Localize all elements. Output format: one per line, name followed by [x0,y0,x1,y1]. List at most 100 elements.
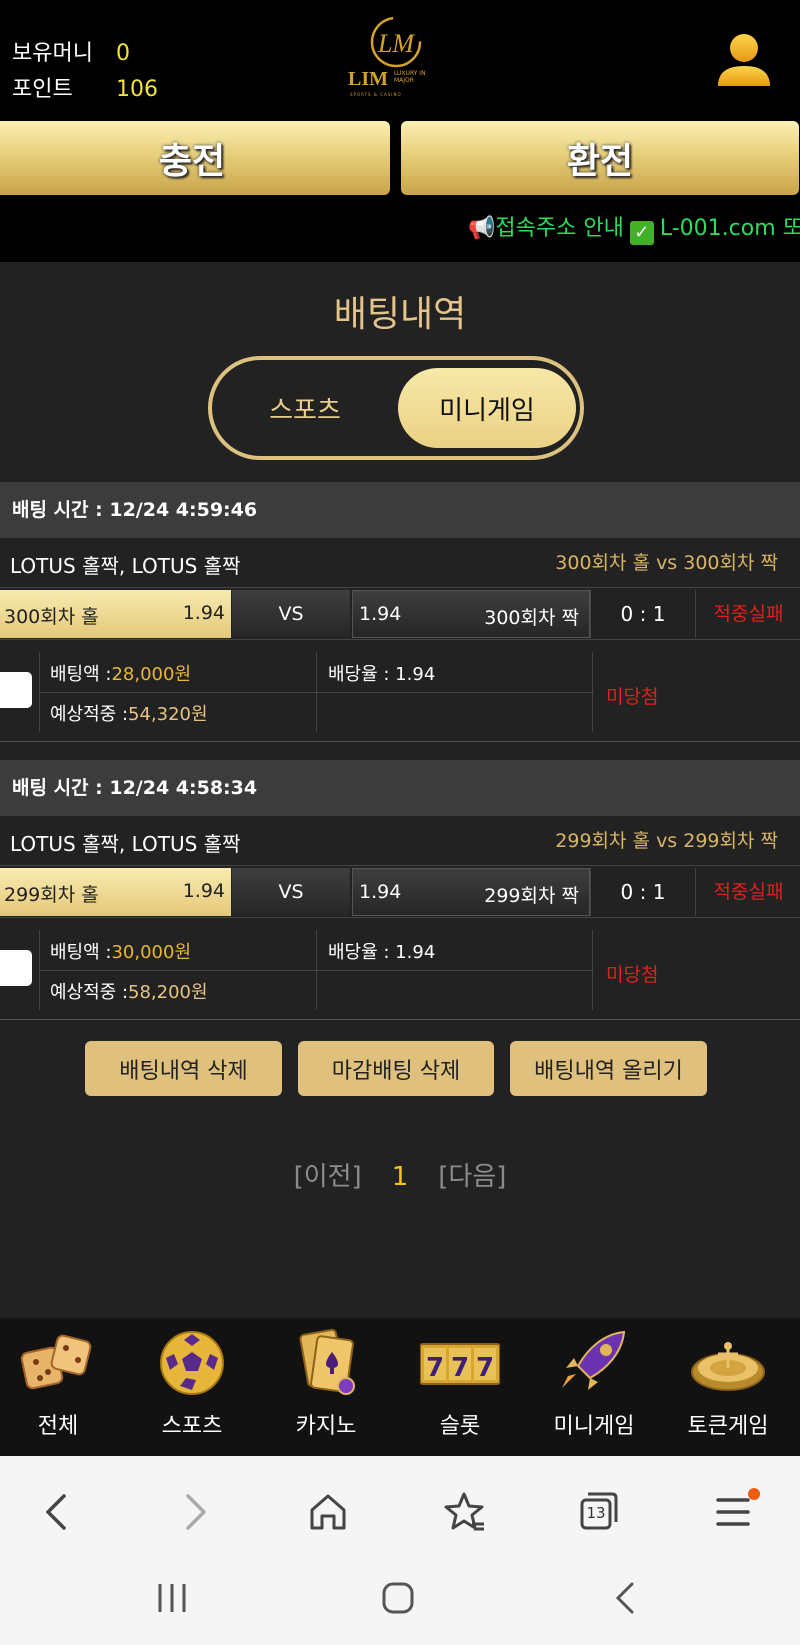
category-toggle: 스포츠 미니게임 [208,356,584,460]
away-name: 299회차 짝 [484,885,579,907]
bet-detail: 배팅액 :30,000원 배당율 : 1.94 예상적중 :58,200원 미당… [0,918,800,1020]
prev-page-link[interactable]: [이전] [294,1162,362,1192]
odds-rate: 배당율 : 1.94 [328,942,436,963]
user-avatar-icon[interactable] [716,32,772,90]
delete-closed-bets-button[interactable]: 마감배팅 삭제 [298,1041,494,1096]
nav-slot-label: 슬롯 [439,1414,481,1439]
balance-panel: 보유머니 0 포인트 106 [12,36,158,108]
bookmark-star-icon[interactable] [436,1484,492,1540]
logo-subtext: LUXURY IN MAJOR [394,70,426,84]
expected-value: 58,200원 [128,982,208,1003]
forward-arrow-icon[interactable] [166,1484,222,1540]
money-value: 0 [116,41,130,66]
stake: 배팅액 :28,000원 [50,664,192,685]
nav-casino-label: 카지노 [295,1414,357,1439]
away-odds: 1.94 [359,881,402,903]
bet-score: 0 : 1 [590,868,696,916]
expected-win: 예상적중 :58,200원 [50,982,208,1003]
logo-tagline: SPORTS & CASINO [350,92,402,97]
delete-bet-history-button[interactable]: 배팅내역 삭제 [85,1041,282,1096]
away-name: 300회차 짝 [484,607,579,629]
vs-label: VS [232,590,350,638]
marquee-url: L-001.com 또 [659,216,800,241]
bet-detail-grid: 배팅액 :28,000원 배당율 : 1.94 예상적중 :54,320원 [39,652,594,732]
tab-count: 13 [586,1504,606,1522]
soccer-ball-icon [160,1331,224,1395]
bet-card: 배팅 시간 : 12/24 4:58:34 LOTUS 홀짝, LOTUS 홀짝… [0,760,800,1020]
home-odds: 1.94 [182,602,225,624]
next-page-link[interactable]: [다음] [438,1162,506,1192]
nav-minigame[interactable]: 미니게임 [530,1328,658,1448]
svg-text:7: 7 [476,1353,494,1383]
home-odds: 1.94 [182,880,225,902]
nav-minigame-label: 미니게임 [553,1414,635,1439]
bet-time: 배팅 시간 : 12/24 4:59:46 [0,482,800,538]
stake: 배팅액 :30,000원 [50,942,192,963]
system-home-icon[interactable] [376,1576,420,1620]
current-page[interactable]: 1 [392,1162,409,1192]
bet-select-checkbox[interactable] [0,672,32,708]
stake-value: 28,000원 [111,664,192,685]
away-pick: 1.94 299회차 짝 [352,868,590,916]
recent-apps-icon[interactable] [150,1576,194,1620]
odds-rate: 배당율 : 1.94 [328,664,436,685]
browser-toolbar: 13 [0,1456,800,1645]
away-odds: 1.94 [359,603,402,625]
bet-select-checkbox[interactable] [0,950,32,986]
bet-result: 적중실패 [713,881,784,903]
nav-sports-label: 스포츠 [161,1414,223,1439]
nav-sports[interactable]: 스포츠 [128,1328,256,1448]
pagination: [이전] 1 [다음] [0,1156,800,1193]
megaphone-icon: 📢 [468,216,496,241]
bet-status: 미당첨 [606,686,659,708]
exchange-button[interactable]: 환전 [401,121,799,195]
site-logo[interactable]: LM LIM LUXURY IN MAJOR SPORTS & CASINO [346,16,446,100]
system-back-icon[interactable] [604,1576,648,1620]
post-bet-history-button[interactable]: 배팅내역 올리기 [510,1041,707,1096]
playing-cards-icon [299,1328,355,1395]
logo-text: LIM [348,68,388,90]
menu-icon[interactable] [706,1484,762,1540]
back-arrow-icon[interactable] [30,1484,86,1540]
marquee-text: 접속주소 안내 [495,216,624,241]
logo-mark-icon: LM [370,16,422,68]
home-pick: 299회차 홀 1.94 [0,868,231,916]
nav-slot[interactable]: 7 7 7 슬롯 [396,1328,524,1448]
tabs-button[interactable]: 13 [570,1484,626,1540]
svg-text:LM: LM [377,29,415,58]
home-icon[interactable] [300,1484,356,1540]
bet-game-name: LOTUS 홀짝, LOTUS 홀짝 [10,832,241,856]
vs-label: VS [232,868,350,916]
bet-time: 배팅 시간 : 12/24 4:58:34 [0,760,800,816]
bet-match: 300회차 홀 vs 300회차 짝 [555,552,778,574]
check-icon: ✓ [629,221,654,245]
point-value: 106 [116,77,158,102]
game-category-nav: 전체 스포츠 카지노 7 7 7 슬롯 미니게임 토큰게임 [0,1318,800,1456]
bet-score: 0 : 1 [590,590,696,638]
bet-detail: 배팅액 :28,000원 배당율 : 1.94 예상적중 :54,320원 미당… [0,640,800,742]
away-pick: 1.94 300회차 짝 [352,590,590,638]
bet-game-line: LOTUS 홀짝, LOTUS 홀짝 300회차 홀 vs 300회차 짝 [0,538,800,588]
nav-token-game[interactable]: 토큰게임 [664,1328,792,1448]
home-name: 300회차 홀 [4,606,99,628]
bet-result: 적중실패 [713,603,784,625]
roulette-icon [691,1342,765,1391]
bet-status: 미당첨 [606,964,659,986]
stake-value: 30,000원 [111,942,192,963]
nav-all[interactable]: 전체 [0,1328,122,1448]
bet-odds-row: 299회차 홀 1.94 VS 1.94 299회차 짝 0 : 1 적중실패 [0,866,800,918]
page-title: 배팅내역 [333,294,467,335]
expected-value: 54,320원 [128,704,208,725]
nav-casino[interactable]: 카지노 [262,1328,390,1448]
rocket-icon [562,1330,626,1390]
bet-card: 배팅 시간 : 12/24 4:59:46 LOTUS 홀짝, LOTUS 홀짝… [0,482,800,742]
bet-game-line: LOTUS 홀짝, LOTUS 홀짝 299회차 홀 vs 299회차 짝 [0,816,800,866]
svg-text:7: 7 [426,1353,444,1383]
svg-text:7: 7 [451,1353,469,1383]
bet-detail-grid: 배팅액 :30,000원 배당율 : 1.94 예상적중 :58,200원 [39,930,594,1010]
notice-marquee: 📢접속주소 안내 ✓ L-001.com 또 [468,210,800,245]
tab-sports[interactable]: 스포츠 [212,360,398,456]
tab-minigame[interactable]: 미니게임 [398,368,576,448]
charge-button[interactable]: 충전 [0,121,390,195]
dice-icon [20,1334,92,1390]
